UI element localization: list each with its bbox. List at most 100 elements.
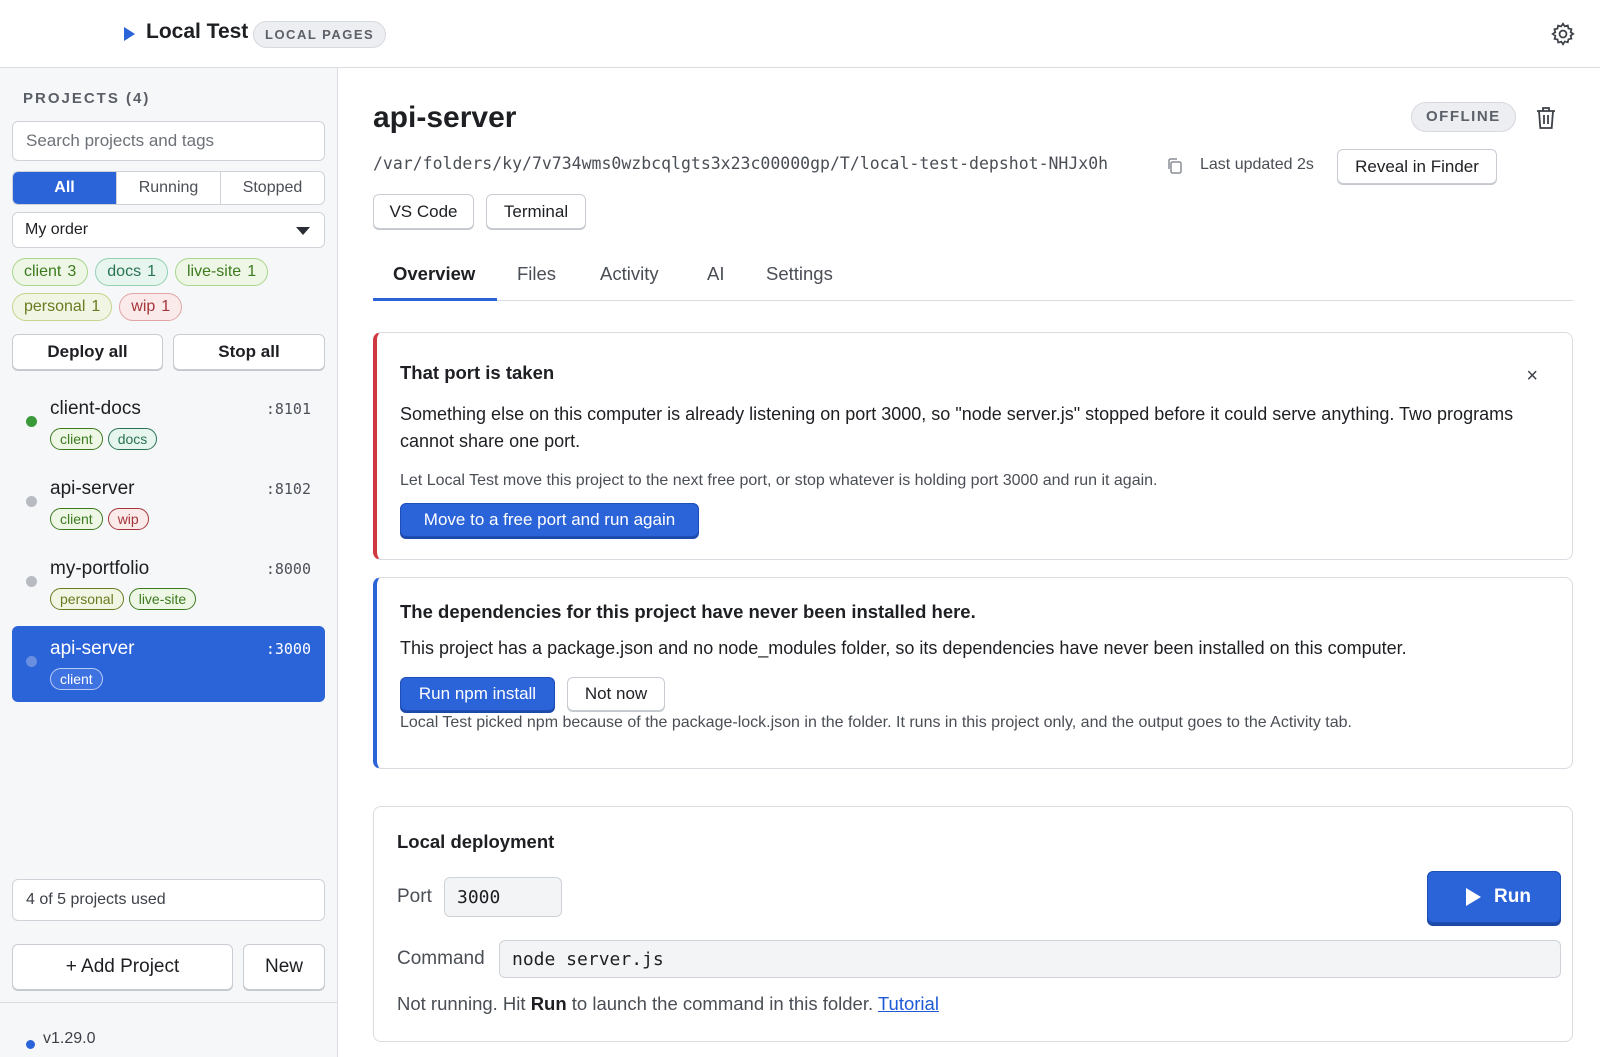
filter-all[interactable]: All — [13, 172, 116, 204]
tag-filter-wip[interactable]: wip 1 — [119, 293, 183, 321]
run-status: Not running. Hit Run to launch the comma… — [397, 993, 939, 1015]
tag-name: live-site — [186, 263, 242, 280]
status-dot-running — [26, 416, 37, 427]
project-port: :8102 — [265, 480, 311, 498]
deploy-all-button[interactable]: Deploy all — [12, 334, 163, 370]
tab-bar: Overview Files Activity AI Settings — [373, 253, 1573, 301]
dependencies-alert: The dependencies for this project have n… — [373, 577, 1573, 769]
tab-settings[interactable]: Settings — [766, 263, 833, 285]
active-tab-indicator — [373, 298, 497, 301]
tag-filter-list: client 3 docs 1 live-site 1 personal 1 wip 1 — [12, 258, 322, 321]
gear-icon[interactable] — [1550, 21, 1576, 47]
project-tag: wip — [107, 508, 149, 530]
app-logo-icon — [124, 27, 135, 41]
port-input[interactable] — [444, 877, 562, 917]
tab-activity[interactable]: Activity — [600, 263, 659, 285]
play-icon — [1466, 888, 1481, 906]
project-item[interactable]: my-portfolio :8000 personal live-site — [12, 546, 325, 620]
copy-icon[interactable] — [1166, 157, 1184, 175]
reveal-in-finder-button[interactable]: Reveal in Finder — [1337, 149, 1497, 184]
status-filter: All Running Stopped — [12, 171, 325, 205]
project-tags: personal live-site — [50, 588, 197, 610]
command-input[interactable] — [499, 940, 1561, 978]
app-mode-badge: LOCAL PAGES — [253, 21, 387, 48]
close-icon[interactable]: × — [1526, 365, 1538, 388]
project-tags: client docs — [50, 428, 158, 450]
project-port: :3000 — [265, 640, 311, 658]
divider — [0, 1002, 338, 1003]
run-label: Run — [1494, 886, 1531, 907]
order-value: My order — [25, 221, 89, 238]
project-item[interactable]: api-server :8102 client wip — [12, 466, 325, 540]
usage-indicator: 4 of 5 projects used — [12, 879, 325, 921]
project-tag: client — [50, 428, 103, 450]
run-button[interactable]: Run — [1427, 871, 1561, 923]
status-text: Not running. Hit — [397, 993, 531, 1014]
status-text: to launch the command in this folder. — [566, 993, 874, 1014]
tag-filter-personal[interactable]: personal 1 — [12, 293, 113, 321]
page-title: api-server — [373, 101, 517, 134]
tab-ai[interactable]: AI — [707, 263, 724, 285]
app-version: v1.29.0 — [43, 1030, 96, 1047]
order-select[interactable]: My order — [12, 212, 325, 248]
open-terminal-button[interactable]: Terminal — [486, 194, 586, 229]
project-name: api-server — [50, 478, 135, 499]
tag-name: personal — [24, 298, 86, 315]
command-label: Command — [397, 948, 485, 969]
add-project-button[interactable]: + Add Project — [12, 944, 233, 990]
trash-icon[interactable] — [1534, 105, 1558, 131]
section-title: Local deployment — [397, 831, 555, 852]
move-port-button[interactable]: Move to a free port and run again — [400, 503, 699, 537]
not-now-button[interactable]: Not now — [567, 677, 665, 711]
tab-files[interactable]: Files — [517, 263, 556, 285]
status-badge: OFFLINE — [1411, 102, 1516, 132]
new-project-button[interactable]: New — [243, 944, 325, 990]
main-panel: api-server OFFLINE /var/folders/ky/7v734… — [338, 68, 1600, 1057]
open-vscode-button[interactable]: VS Code — [373, 194, 474, 229]
alert-body: Something else on this computer is alrea… — [400, 404, 1514, 451]
search-input[interactable] — [12, 121, 325, 161]
project-item[interactable]: client-docs :8101 client docs — [12, 386, 325, 460]
stop-all-button[interactable]: Stop all — [173, 334, 325, 370]
sidebar: PROJECTS (4) All Running Stopped My orde… — [0, 68, 338, 1057]
tag-filter-client[interactable]: client 3 — [12, 258, 89, 286]
alert-hint: Let Local Test move this project to the … — [400, 472, 1158, 489]
project-tag: client — [50, 668, 103, 690]
tag-name: client — [24, 263, 62, 280]
filter-stopped[interactable]: Stopped — [220, 172, 324, 204]
project-tag: live-site — [128, 588, 197, 610]
tutorial-link[interactable]: Tutorial — [878, 993, 939, 1014]
port-label: Port — [397, 886, 432, 907]
filter-running[interactable]: Running — [116, 172, 220, 204]
alert-title: That port is taken — [400, 362, 555, 383]
status-dot-stopped — [26, 576, 37, 587]
tag-filter-live-site[interactable]: live-site 1 — [174, 258, 269, 286]
project-port: :8000 — [265, 560, 311, 578]
tag-filter-docs[interactable]: docs 1 — [95, 258, 168, 286]
local-deployment-panel: Local deployment Port Run Command Not ru… — [373, 806, 1573, 1042]
projects-heading: PROJECTS (4) — [23, 90, 151, 107]
alert-hint: Local Test picked npm because of the pac… — [400, 714, 1352, 731]
top-bar: Local Test LOCAL PAGES — [0, 0, 1600, 68]
version-dot-icon — [26, 1040, 35, 1049]
tag-name: wip — [131, 298, 156, 315]
alert-body: This project has a package.json and no n… — [400, 638, 1407, 658]
tab-overview[interactable]: Overview — [393, 263, 475, 285]
app-title: Local Test — [146, 20, 249, 43]
project-tags: client — [50, 668, 103, 690]
status-dot-stopped — [26, 496, 37, 507]
alert-title: The dependencies for this project have n… — [400, 601, 976, 622]
project-item-selected[interactable]: api-server :3000 client — [12, 626, 325, 702]
status-dot-stopped — [26, 656, 37, 667]
tag-name: docs — [107, 263, 142, 280]
project-tag: docs — [107, 428, 158, 450]
tag-count: 1 — [247, 263, 257, 280]
project-name: my-portfolio — [50, 558, 150, 579]
npm-install-button[interactable]: Run npm install — [400, 677, 555, 711]
last-updated: Last updated 2s — [1200, 156, 1314, 173]
chevron-down-icon — [296, 227, 310, 235]
tag-count: 1 — [91, 298, 101, 315]
project-port: :8101 — [265, 400, 311, 418]
project-tag: client — [50, 508, 103, 530]
project-tag: personal — [50, 588, 124, 610]
